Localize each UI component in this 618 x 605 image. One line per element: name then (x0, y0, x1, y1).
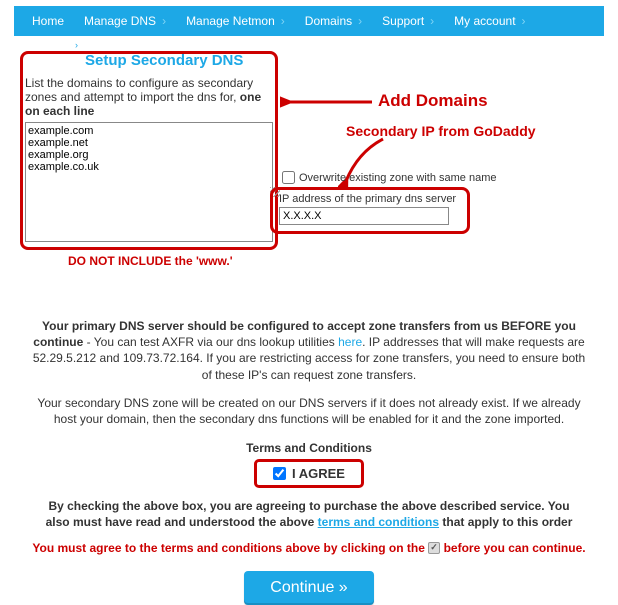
nav-manage-dns[interactable]: Manage DNS› (74, 14, 176, 28)
terms-title: Terms and Conditions (20, 441, 598, 455)
info-block-1: Your primary DNS server should be config… (30, 318, 588, 383)
agree-checkbox[interactable] (273, 467, 286, 480)
overwrite-row: Overwrite existing zone with same name (282, 171, 496, 184)
domains-highlight: List the domains to configure as seconda… (20, 51, 278, 250)
nav-my-account[interactable]: My account› (444, 14, 535, 28)
checkbox-icon (428, 542, 440, 554)
instruction-text: List the domains to configure as seconda… (25, 76, 273, 118)
chevron-down-icon: › (358, 14, 362, 28)
domains-textarea[interactable] (25, 122, 273, 242)
ip-highlight: IP address of the primary dns server (270, 187, 470, 234)
top-nav: Home Manage DNS› Manage Netmon› Domains›… (14, 6, 604, 36)
chevron-down-icon: › (281, 14, 285, 28)
info-block-2: Your secondary DNS zone will be created … (30, 395, 588, 427)
breadcrumb-chev-icon: › (75, 40, 598, 50)
warning-text: You must agree to the terms and conditio… (32, 541, 586, 555)
terms-link[interactable]: terms and conditions (318, 515, 439, 529)
ip-input[interactable] (279, 207, 449, 225)
arrow-icon (280, 93, 376, 111)
ip-label: IP address of the primary dns server (279, 193, 461, 205)
overwrite-label: Overwrite existing zone with same name (299, 172, 496, 184)
nav-home[interactable]: Home (22, 14, 74, 28)
chevron-down-icon: › (162, 14, 166, 28)
nav-domains[interactable]: Domains› (295, 14, 372, 28)
agree-label: I AGREE (292, 466, 345, 481)
annotation-no-www: DO NOT INCLUDE the 'www.' (68, 254, 278, 268)
disclaimer-text: By checking the above box, you are agree… (40, 498, 578, 530)
chevron-down-icon: › (430, 14, 434, 28)
nav-manage-netmon[interactable]: Manage Netmon› (176, 14, 295, 28)
overwrite-checkbox[interactable] (282, 171, 295, 184)
chevron-down-icon: › (522, 14, 526, 28)
agree-highlight: I AGREE (254, 459, 364, 488)
here-link[interactable]: here (338, 335, 362, 349)
continue-button[interactable]: Continue » (244, 571, 373, 605)
annotation-add-domains: Add Domains (378, 91, 488, 111)
nav-support[interactable]: Support› (372, 14, 444, 28)
